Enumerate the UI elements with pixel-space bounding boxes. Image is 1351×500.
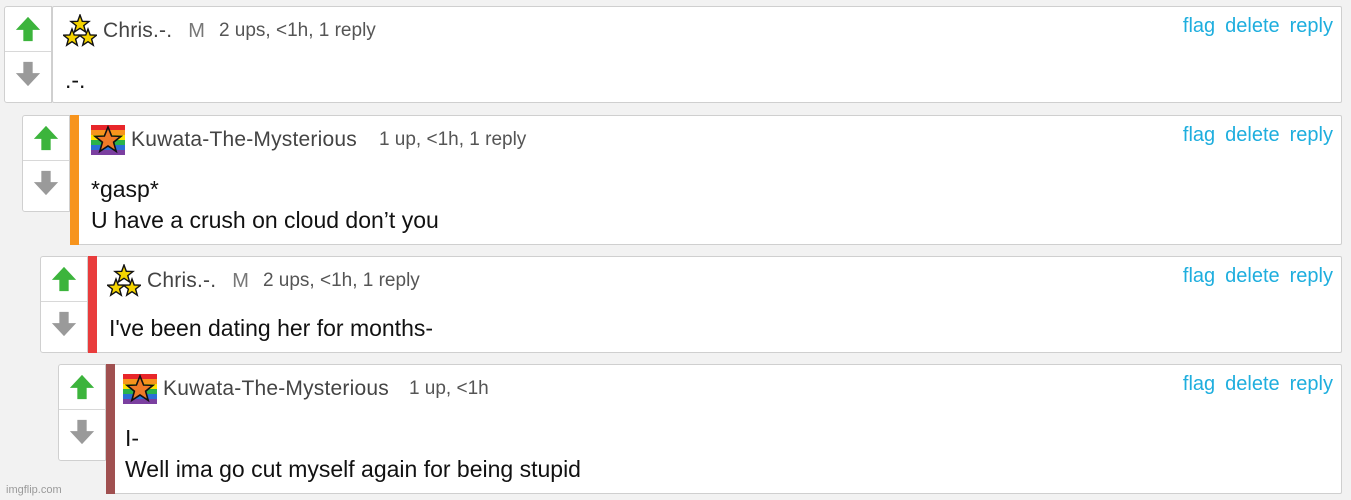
comment-body: I've been dating her for months- xyxy=(109,313,433,344)
username-link[interactable]: Chris.-. xyxy=(103,19,172,43)
delete-link[interactable]: delete xyxy=(1225,373,1280,396)
down-arrow-icon xyxy=(32,169,60,197)
comment-header: Kuwata-The-Mysterious 1 up, <1h, 1 reply… xyxy=(91,124,1341,156)
down-arrow-icon xyxy=(14,60,42,88)
comment-text-line: Well ima go cut myself again for being s… xyxy=(125,456,581,482)
comment-header: Kuwata-The-Mysterious 1 up, <1h flag del… xyxy=(123,373,1341,405)
mod-badge: M xyxy=(232,269,249,292)
comment-body: .-. xyxy=(65,65,85,96)
thread-depth-stripe xyxy=(106,364,115,494)
username-link[interactable]: Kuwata-The-Mysterious xyxy=(163,377,389,401)
comment-header: Chris.-. M 2 ups, <1h, 1 reply flag dele… xyxy=(63,15,1341,47)
rainbow-star-avatar-icon[interactable] xyxy=(123,372,157,406)
imgflip-watermark: imgflip.com xyxy=(6,484,62,496)
down-arrow-icon xyxy=(68,418,96,446)
comment-actions: flag delete reply xyxy=(1183,15,1333,38)
comment-actions: flag delete reply xyxy=(1183,373,1333,396)
vote-column xyxy=(40,256,88,353)
rainbow-star-avatar-icon[interactable] xyxy=(91,123,125,157)
comment-text-line: *gasp* xyxy=(91,176,159,202)
comment-text-line: I- xyxy=(125,425,140,451)
flag-link[interactable]: flag xyxy=(1183,265,1215,288)
delete-link[interactable]: delete xyxy=(1225,15,1280,38)
comment-body: *gasp* U have a crush on cloud don’t you xyxy=(91,174,439,236)
comment-meta: 2 ups, <1h, 1 reply xyxy=(218,20,376,41)
comment-actions: flag delete reply xyxy=(1183,265,1333,288)
comment-3: Chris.-. M 2 ups, <1h, 1 reply flag dele… xyxy=(40,256,1342,353)
downvote-button[interactable] xyxy=(59,410,105,454)
reply-link[interactable]: reply xyxy=(1290,373,1333,396)
username-link[interactable]: Kuwata-The-Mysterious xyxy=(131,128,357,152)
downvote-button[interactable] xyxy=(23,161,69,205)
comment-meta: 2 ups, <1h, 1 reply xyxy=(262,270,420,291)
comment-body: I- Well ima go cut myself again for bein… xyxy=(125,423,581,485)
vote-column xyxy=(22,115,70,212)
thread-depth-stripe xyxy=(70,115,79,245)
up-arrow-icon xyxy=(50,265,78,293)
up-arrow-icon xyxy=(32,124,60,152)
comment-text-line: U have a crush on cloud don’t you xyxy=(91,207,439,233)
comment-1: Chris.-. M 2 ups, <1h, 1 reply flag dele… xyxy=(4,6,1342,103)
downvote-button[interactable] xyxy=(5,52,51,96)
up-arrow-icon xyxy=(14,15,42,43)
flag-link[interactable]: flag xyxy=(1183,373,1215,396)
upvote-button[interactable] xyxy=(5,7,51,52)
mod-badge: M xyxy=(188,19,205,42)
upvote-button[interactable] xyxy=(59,365,105,410)
comment-box: Chris.-. M 2 ups, <1h, 1 reply flag dele… xyxy=(52,6,1342,103)
comment-4: Kuwata-The-Mysterious 1 up, <1h flag del… xyxy=(58,364,1342,494)
delete-link[interactable]: delete xyxy=(1225,124,1280,147)
username-link[interactable]: Chris.-. xyxy=(147,269,216,293)
comment-actions: flag delete reply xyxy=(1183,124,1333,147)
down-arrow-icon xyxy=(50,310,78,338)
comment-header: Chris.-. M 2 ups, <1h, 1 reply flag dele… xyxy=(107,265,1341,297)
comment-box: Kuwata-The-Mysterious 1 up, <1h, 1 reply… xyxy=(70,115,1342,245)
reply-link[interactable]: reply xyxy=(1290,15,1333,38)
upvote-button[interactable] xyxy=(41,257,87,302)
comment-text-line: .-. xyxy=(65,67,86,93)
delete-link[interactable]: delete xyxy=(1225,265,1280,288)
downvote-button[interactable] xyxy=(41,302,87,346)
thread-depth-stripe xyxy=(88,256,97,353)
comment-box: Chris.-. M 2 ups, <1h, 1 reply flag dele… xyxy=(88,256,1342,353)
comment-text-line: I've been dating her for months- xyxy=(109,315,434,341)
upvote-button[interactable] xyxy=(23,116,69,161)
flag-link[interactable]: flag xyxy=(1183,124,1215,147)
reply-link[interactable]: reply xyxy=(1290,124,1333,147)
reply-link[interactable]: reply xyxy=(1290,265,1333,288)
three-stars-avatar-icon[interactable] xyxy=(63,14,97,48)
comment-meta: 1 up, <1h, 1 reply xyxy=(378,129,527,150)
up-arrow-icon xyxy=(68,373,96,401)
vote-column xyxy=(58,364,106,461)
comment-2: Kuwata-The-Mysterious 1 up, <1h, 1 reply… xyxy=(22,115,1342,245)
flag-link[interactable]: flag xyxy=(1183,15,1215,38)
three-stars-avatar-icon[interactable] xyxy=(107,264,141,298)
comment-box: Kuwata-The-Mysterious 1 up, <1h flag del… xyxy=(106,364,1342,494)
vote-column xyxy=(4,6,52,103)
comment-meta: 1 up, <1h xyxy=(408,378,489,399)
